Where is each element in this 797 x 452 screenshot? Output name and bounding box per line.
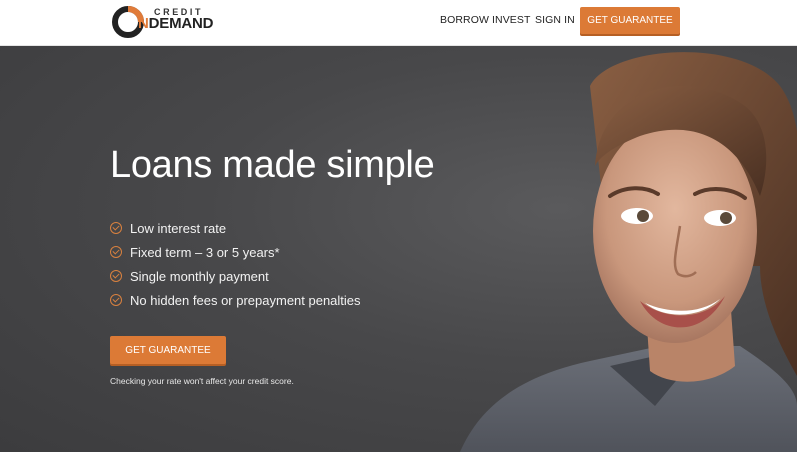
- check-circle-icon: [110, 246, 122, 258]
- feature-item: Single monthly payment: [110, 264, 361, 288]
- feature-text: Low interest rate: [130, 220, 227, 236]
- logo-demand-word: DEMAND: [148, 15, 214, 32]
- smiling-woman-portrait: [460, 52, 797, 452]
- credit-score-disclaimer: Checking your rate won't affect your cre…: [110, 376, 294, 386]
- check-circle-icon: [110, 270, 122, 282]
- feature-text: Single monthly payment: [130, 268, 269, 284]
- nav-sign-in-link[interactable]: SIGN IN: [535, 14, 575, 26]
- feature-list: Low interest rate Fixed term – 3 or 5 ye…: [110, 216, 361, 312]
- hero-title: Loans made simple: [110, 144, 435, 186]
- feature-item: No hidden fees or prepayment penalties: [110, 288, 361, 312]
- feature-text: No hidden fees or prepayment penalties: [130, 292, 361, 308]
- feature-item: Fixed term – 3 or 5 years*: [110, 240, 361, 264]
- credit-on-demand-logo[interactable]: CREDIT NDEMAND: [110, 4, 213, 40]
- site-header: CREDIT NDEMAND BORROW INVEST SIGN IN GET…: [0, 0, 797, 46]
- logo-on-letter: N: [138, 15, 149, 32]
- nav-invest-link[interactable]: INVEST: [492, 14, 531, 26]
- feature-text: Fixed term – 3 or 5 years*: [130, 244, 280, 260]
- header-get-guarantee-button[interactable]: GET GUARANTEE: [580, 7, 680, 34]
- check-circle-icon: [110, 294, 122, 306]
- feature-item: Low interest rate: [110, 216, 361, 240]
- hero-get-guarantee-button[interactable]: GET GUARANTEE: [110, 336, 226, 364]
- logo-demand-text: NDEMAND: [138, 15, 213, 32]
- check-circle-icon: [110, 222, 122, 234]
- nav-borrow-link[interactable]: BORROW: [440, 14, 489, 26]
- hero-section: Loans made simple Low interest rate Fixe…: [0, 46, 797, 452]
